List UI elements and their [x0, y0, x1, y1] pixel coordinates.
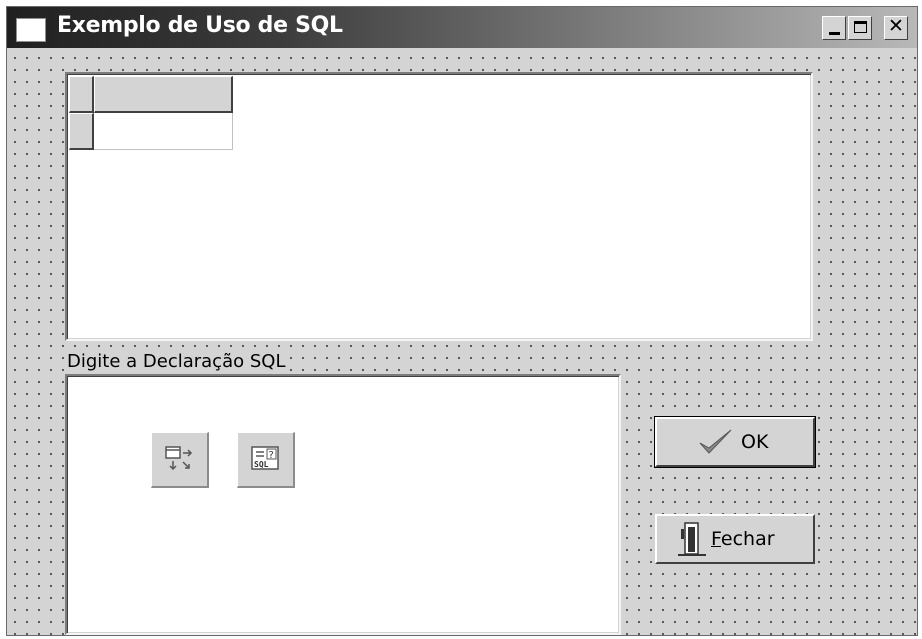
minimize-button[interactable] — [822, 16, 846, 40]
sql-statement-label: Digite a Declaração SQL — [65, 351, 288, 372]
minimize-icon — [829, 32, 840, 35]
close-button-accelerator: F — [711, 528, 721, 550]
sql-statement-memo[interactable] — [65, 374, 621, 635]
form-window: Exemplo de Uso de SQL ✕ Digite a Declara… — [6, 6, 918, 636]
window-icon[interactable] — [17, 19, 45, 41]
close-icon: ✕ — [888, 15, 904, 37]
svg-text:SQL: SQL — [254, 460, 269, 469]
sql-query-component-icon: ? SQL — [251, 446, 279, 470]
grid-corner-cell[interactable] — [69, 76, 94, 113]
close-window-button[interactable]: ✕ — [884, 15, 908, 40]
svg-text:?: ? — [269, 450, 274, 461]
grid-column-header[interactable] — [94, 76, 233, 113]
window-title: Exemplo de Uso de SQL — [57, 13, 343, 38]
data-source-component-icon — [165, 446, 193, 471]
close-button[interactable]: Fechar — [655, 514, 815, 564]
maximize-button[interactable] — [848, 16, 872, 40]
ok-button-label: OK — [741, 431, 769, 453]
sql-result-grid[interactable] — [65, 72, 813, 341]
grid-data-cell[interactable] — [94, 113, 233, 150]
maximize-icon — [854, 21, 867, 33]
title-bar[interactable]: Exemplo de Uso de SQL ✕ — [7, 7, 917, 48]
grid-row-indicator[interactable] — [69, 113, 94, 150]
data-source-component[interactable] — [151, 432, 209, 488]
sql-query-component[interactable]: ? SQL — [237, 432, 295, 488]
close-button-label: Fechar — [711, 528, 775, 550]
door-exit-icon — [677, 521, 707, 562]
checkmark-icon — [697, 427, 733, 462]
close-button-label-rest: echar — [720, 528, 775, 550]
form-client-area: Digite a Declaração SQL ? SQL OK Fechar — [7, 48, 917, 635]
ok-button[interactable]: OK — [654, 416, 816, 468]
